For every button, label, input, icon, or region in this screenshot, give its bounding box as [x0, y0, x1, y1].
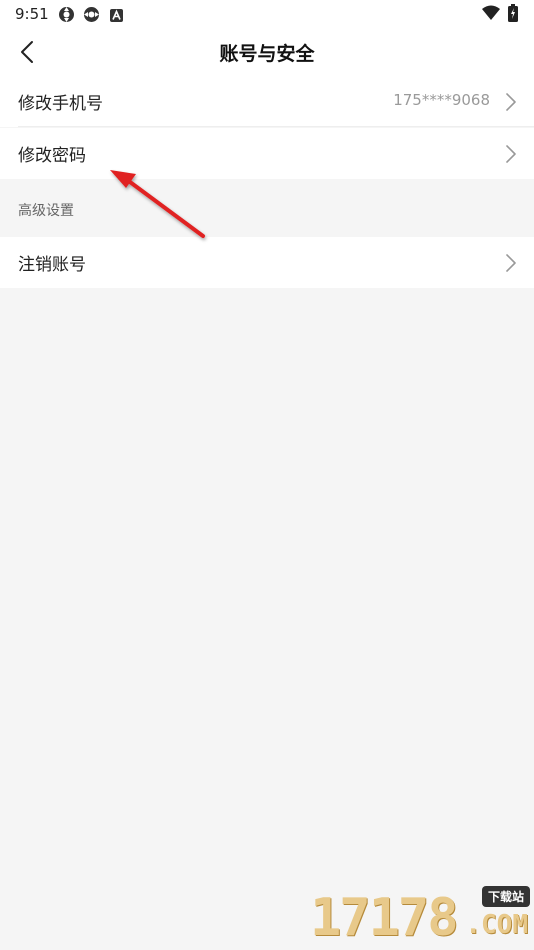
- phone-number-value: 175****9068: [393, 91, 490, 109]
- watermark-logo: 17178: [310, 888, 459, 948]
- change-password-row[interactable]: 修改密码: [0, 128, 534, 179]
- chevron-right-icon: [506, 93, 516, 111]
- nav-bar: 账号与安全: [0, 28, 534, 76]
- a-badge-icon: [110, 7, 123, 26]
- change-password-label: 修改密码: [18, 146, 86, 166]
- chevron-right-icon: [506, 254, 516, 272]
- row-divider: [18, 126, 534, 127]
- page-title: 账号与安全: [219, 43, 315, 65]
- annotation-arrow: [110, 170, 205, 238]
- watermark-badge: 下载站: [481, 886, 530, 907]
- status-bar: 9:51: [0, 0, 534, 28]
- wifi-icon: [482, 5, 500, 24]
- change-phone-row[interactable]: 修改手机号 175****9068: [0, 76, 534, 127]
- watermark: 17178 下载站 .COM: [310, 882, 534, 950]
- advanced-settings-header: 高级设置: [18, 203, 74, 219]
- status-time: 9:51: [15, 5, 49, 23]
- chevron-right-icon: [506, 145, 516, 163]
- delete-account-label: 注销账号: [18, 255, 86, 275]
- battery-icon: [508, 4, 518, 26]
- delete-account-row[interactable]: 注销账号: [0, 237, 534, 288]
- change-phone-label: 修改手机号: [18, 94, 103, 114]
- watermark-suffix: .COM: [465, 910, 528, 940]
- sync-icon: [83, 6, 100, 27]
- sync-icon: [58, 6, 75, 27]
